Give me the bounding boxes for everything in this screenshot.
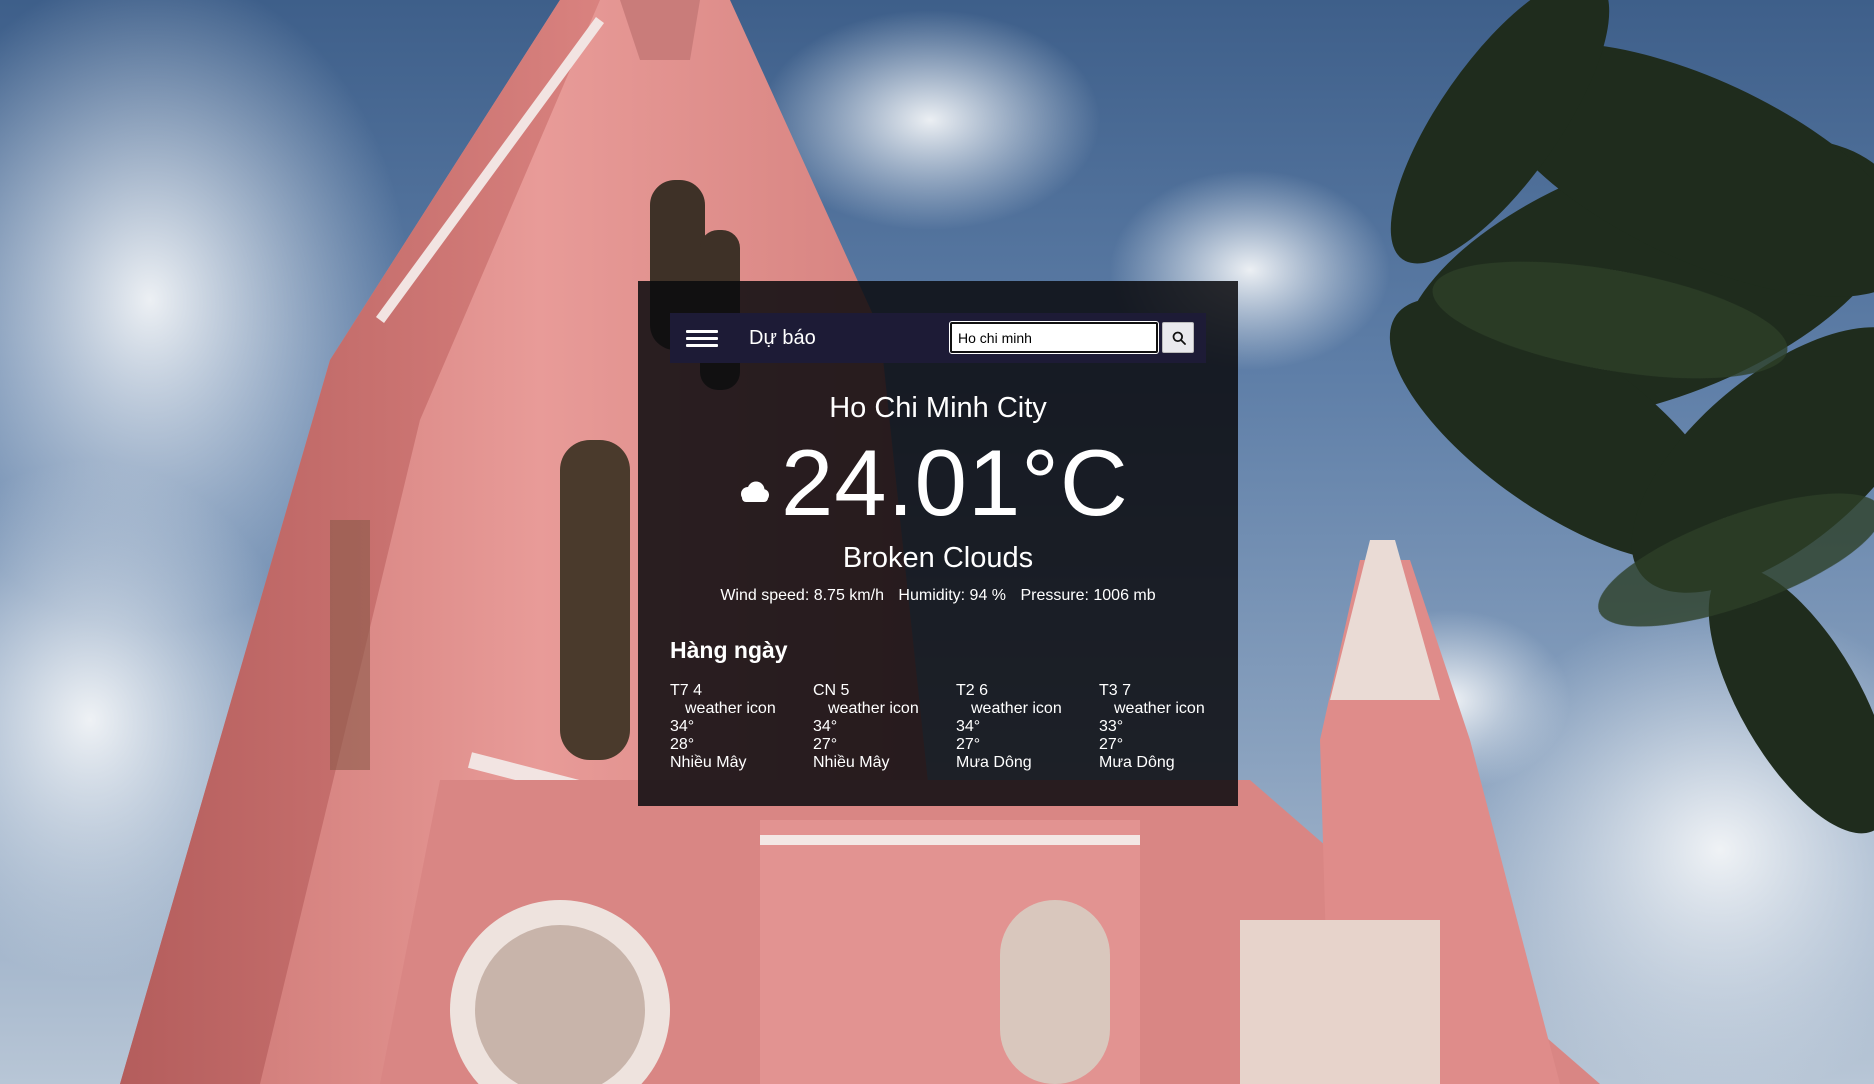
cloud-icon bbox=[741, 481, 769, 502]
forecast-day-label: T7 4 bbox=[670, 682, 703, 699]
menu-icon-bar bbox=[686, 344, 718, 347]
broken-image-icon bbox=[1099, 702, 1113, 716]
forecast-high: 34° bbox=[670, 718, 695, 735]
brand-link[interactable]: Dự báo bbox=[749, 325, 816, 351]
forecast-day: T2 6 weather icon 34° 27° Mưa Dông bbox=[956, 682, 1099, 772]
humidity: Humidity: 94 % bbox=[898, 587, 1007, 604]
weather-panel: Dự báo Ho Chi Minh City 24.01°C Broken C… bbox=[638, 281, 1238, 806]
broken-image-icon bbox=[956, 702, 970, 716]
wind-speed: Wind speed: 8.75 km/h bbox=[720, 587, 884, 604]
forecast-low: 27° bbox=[813, 736, 838, 753]
weather-stats: Wind speed: 8.75 km/h Humidity: 94 % Pre… bbox=[638, 586, 1238, 606]
weather-icon-alt-text: weather icon bbox=[685, 700, 776, 717]
weather-icon-broken-image: weather icon bbox=[813, 700, 956, 718]
broken-image-icon bbox=[670, 702, 684, 716]
search-input[interactable] bbox=[949, 321, 1159, 354]
broken-image-icon bbox=[813, 702, 827, 716]
forecast-day-label: CN 5 bbox=[813, 682, 850, 699]
city-name: Ho Chi Minh City bbox=[829, 392, 1047, 424]
search-button[interactable] bbox=[1162, 322, 1194, 353]
current-temperature-row: 24.01°C bbox=[638, 435, 1238, 531]
current-temperature: 24.01°C bbox=[781, 430, 1129, 535]
menu-icon-bar bbox=[686, 337, 718, 340]
forecast-summary: Mưa Dông bbox=[1099, 754, 1175, 771]
weather-icon-alt-text: weather icon bbox=[1114, 700, 1205, 717]
forecast-low: 27° bbox=[956, 736, 981, 753]
weather-icon-broken-image: weather icon bbox=[1099, 700, 1242, 718]
forecast-low: 28° bbox=[670, 736, 695, 753]
menu-icon-bar bbox=[686, 330, 718, 333]
weather-description: Broken Clouds bbox=[842, 542, 1034, 574]
forecast-day: T3 7 weather icon 33° 27° Mưa Dông bbox=[1099, 682, 1242, 772]
forecast-day-label: T2 6 bbox=[956, 682, 989, 699]
weather-icon-alt-text: weather icon bbox=[971, 700, 1062, 717]
navbar: Dự báo bbox=[670, 313, 1206, 363]
weather-icon-broken-image: weather icon bbox=[956, 700, 1099, 718]
daily-forecast-title: Hàng ngày bbox=[670, 637, 788, 663]
weather-icon-broken-image: weather icon bbox=[670, 700, 813, 718]
forecast-high: 34° bbox=[813, 718, 838, 735]
forecast-summary: Mưa Dông bbox=[956, 754, 1032, 771]
forecast-day: T7 4 weather icon 34° 28° Nhiều Mây bbox=[670, 682, 813, 772]
search-icon bbox=[1172, 331, 1186, 345]
pressure: Pressure: 1006 mb bbox=[1020, 587, 1156, 604]
forecast-high: 33° bbox=[1099, 718, 1124, 735]
forecast-summary: Nhiều Mây bbox=[813, 754, 890, 771]
forecast-summary: Nhiều Mây bbox=[670, 754, 747, 771]
menu-icon[interactable] bbox=[686, 325, 718, 351]
forecast-high: 34° bbox=[956, 718, 981, 735]
forecast-day-label: T3 7 bbox=[1099, 682, 1132, 699]
forecast-low: 27° bbox=[1099, 736, 1124, 753]
forecast-day: CN 5 weather icon 34° 27° Nhiều Mây bbox=[813, 682, 956, 772]
daily-forecast-list: T7 4 weather icon 34° 28° Nhiều Mây CN 5… bbox=[670, 682, 1215, 782]
weather-icon-alt-text: weather icon bbox=[828, 700, 919, 717]
